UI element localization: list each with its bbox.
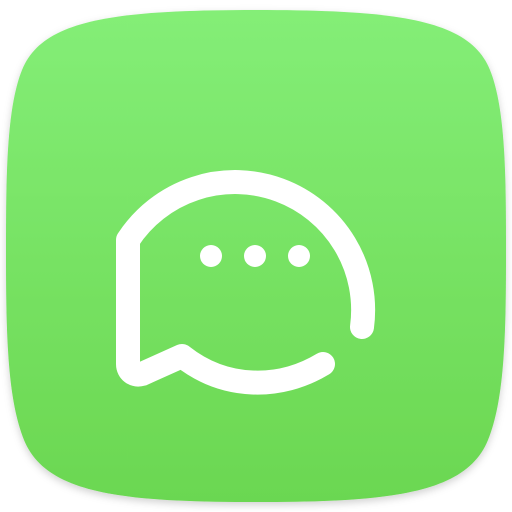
messages-app-icon[interactable] [0, 0, 512, 512]
icon-canvas [0, 0, 512, 512]
typing-dot-2 [244, 245, 266, 267]
typing-dot-1 [200, 245, 222, 267]
messages-icon [6, 10, 506, 502]
typing-dot-3 [288, 245, 310, 267]
